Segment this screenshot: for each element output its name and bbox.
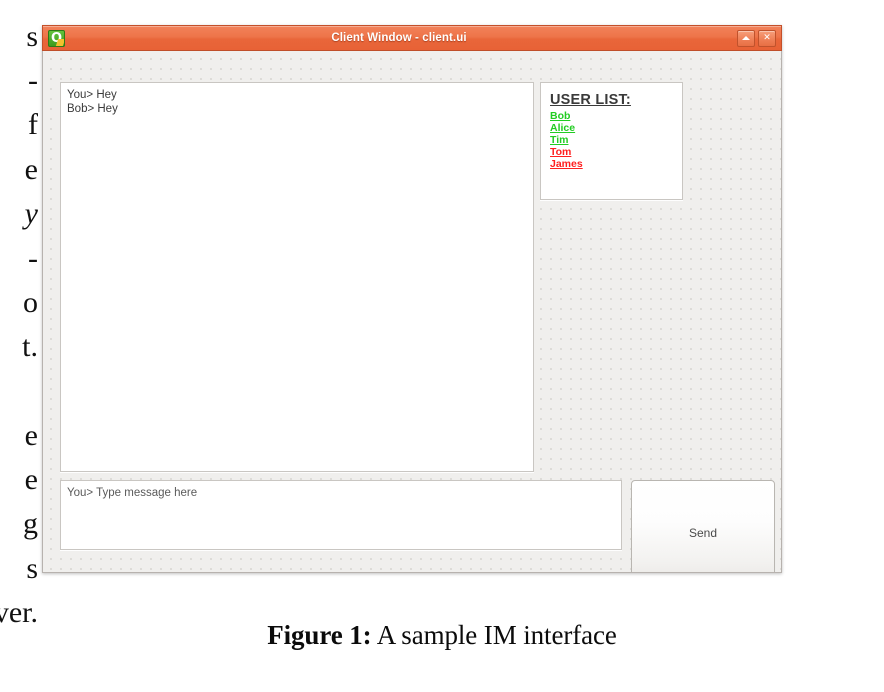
margin-text-fragment: o (23, 286, 38, 319)
document-page: s - f e y - o t. e e g s ver. Q Client Window - clie… (0, 0, 884, 692)
message-input[interactable]: You> Type message here (60, 480, 622, 550)
window-body-form-grid: You> Hey Bob> Hey USER LIST: Bob Alice Tim… (43, 51, 781, 572)
figure-caption: Figure 1: A sample IM interface (0, 620, 884, 651)
margin-text-fragment: e (24, 153, 38, 186)
chat-message: Bob> Hey (67, 103, 118, 115)
message-input-value: You> Type message here (67, 487, 198, 499)
client-window: Q Client Window - client.ui ✕ You> Hey B… (42, 25, 782, 573)
figure-caption-label: Figure 1: (267, 620, 372, 650)
user-list-item[interactable]: James (550, 158, 673, 170)
user-list-title: USER LIST: (550, 92, 631, 108)
send-button[interactable]: Send (631, 480, 775, 572)
adjacent-column-text-fragments: s - f e y - o t. e e g s ver. (0, 0, 40, 692)
margin-text-fragment: y (24, 197, 38, 230)
user-list-names: Bob Alice Tim Tom James (550, 110, 673, 170)
qt-logo-swoosh (55, 38, 64, 46)
user-list-item[interactable]: Tom (550, 146, 673, 158)
window-title: Client Window - client.ui (331, 32, 467, 44)
margin-text-fragment: e (24, 419, 38, 452)
figure-caption-text: A sample IM interface (371, 620, 617, 650)
window-controls: ✕ (737, 29, 776, 47)
user-list-item[interactable]: Bob (550, 110, 673, 122)
close-button[interactable]: ✕ (758, 29, 776, 47)
margin-text-fragment: f (28, 108, 38, 141)
maximize-button[interactable] (737, 29, 755, 47)
window-title-bar[interactable]: Q Client Window - client.ui ✕ (42, 25, 782, 51)
margin-text-fragment: e (24, 463, 38, 496)
chat-message: You> Hey (67, 89, 117, 101)
margin-text-fragment: s (26, 20, 38, 53)
margin-text-fragment: - (28, 242, 38, 275)
user-list-item[interactable]: Alice (550, 122, 673, 134)
chat-log-area[interactable]: You> Hey Bob> Hey (60, 82, 534, 472)
close-icon: ✕ (763, 32, 771, 43)
user-list-item[interactable]: Tim (550, 134, 673, 146)
margin-text-fragment: s (26, 552, 38, 585)
margin-text-fragment: g (23, 507, 38, 540)
margin-text-fragment: - (28, 64, 38, 97)
qt-logo-icon: Q (48, 29, 65, 47)
user-list-panel[interactable]: USER LIST: Bob Alice Tim Tom James (540, 82, 683, 200)
triangle-up-icon (738, 31, 754, 46)
margin-text-fragment: t. (22, 330, 38, 363)
